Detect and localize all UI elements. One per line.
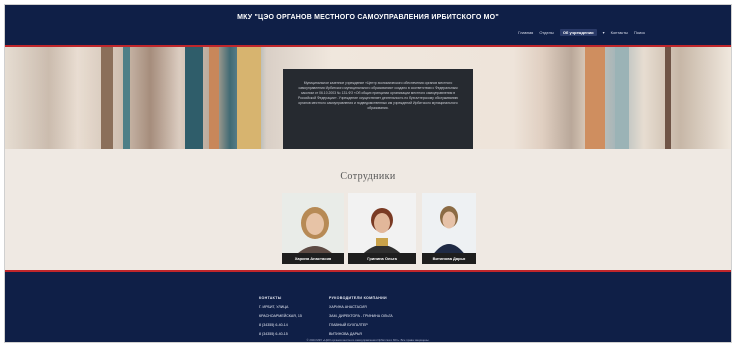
hero-art-stripe <box>585 47 605 149</box>
site-header: МКУ "ЦЭО ОРГАНОВ МЕСТНОГО САМОУПРАВЛЕНИЯ… <box>5 5 731 47</box>
avatar <box>422 193 476 259</box>
hero-art-stripe <box>101 47 113 149</box>
hero-art-stripe <box>185 47 203 149</box>
staff-title: Сотрудники <box>340 171 396 182</box>
page-frame: МКУ "ЦЭО ОРГАНОВ МЕСТНОГО САМОУПРАВЛЕНИЯ… <box>4 4 732 343</box>
footer-heading: КОНТАКТЫ <box>259 296 282 300</box>
footer-line[interactable]: Г. ИРБИТ, УЛИЦА <box>259 303 302 312</box>
staff-section: Сотрудники Харина Анастасия Гринина Ольг… <box>5 149 731 270</box>
staff-name: Гринина Ольга <box>348 253 416 264</box>
site-footer: КОНТАКТЫ Г. ИРБИТ, УЛИЦА КРАСНОАРМЕЙСКАЯ… <box>5 270 731 342</box>
footer-heading: РУКОВОДИТЕЛИ КОМПАНИИ <box>329 296 387 300</box>
footer-contacts: КОНТАКТЫ Г. ИРБИТ, УЛИЦА КРАСНОАРМЕЙСКАЯ… <box>259 294 302 339</box>
main-nav: Главная Отделы Об учреждении ▾ Контакты … <box>518 29 645 36</box>
avatar <box>348 193 416 259</box>
footer-management: РУКОВОДИТЕЛИ КОМПАНИИ ХАРИНА АНАСТАСИЯ З… <box>329 294 393 339</box>
nav-item-search[interactable]: Поиск <box>634 30 645 35</box>
footer-line[interactable]: КРАСНОАРМЕЙСКАЯ, 15 <box>259 312 302 321</box>
staff-card[interactable]: Витинова Дарья <box>422 193 476 264</box>
staff-card[interactable]: Харина Анастасия <box>282 193 344 264</box>
staff-name: Витинова Дарья <box>422 253 476 264</box>
about-text: Муниципальное казенное учреждение «Центр… <box>297 81 459 110</box>
footer-line: ГЛАВНЫЙ БУХГАЛТЕР <box>329 323 368 327</box>
footer-line: ХАРИНА АНАСТАСИЯ <box>329 305 367 309</box>
hero-art-stripe <box>209 47 219 149</box>
about-panel: Муниципальное казенное учреждение «Центр… <box>283 69 473 149</box>
nav-item-home[interactable]: Главная <box>518 30 533 35</box>
chevron-down-icon[interactable]: ▾ <box>603 30 605 35</box>
hero-art-stripe <box>123 47 130 149</box>
nav-item-about[interactable]: Об учреждении <box>559 29 597 36</box>
footer-line[interactable]: 8 (34355) 6-40-14 <box>259 321 302 330</box>
copyright-note: © 2024 МКУ «ЦЭО органов местного самоупр… <box>306 338 430 342</box>
avatar <box>282 193 344 259</box>
hero-art-stripe <box>665 47 671 149</box>
hero-art-stripe <box>237 47 261 149</box>
nav-item-departments[interactable]: Отделы <box>539 30 553 35</box>
site-title[interactable]: МКУ "ЦЭО ОРГАНОВ МЕСТНОГО САМОУПРАВЛЕНИЯ… <box>5 14 731 21</box>
nav-item-contacts[interactable]: Контакты <box>611 30 628 35</box>
staff-card[interactable]: Гринина Ольга <box>348 193 416 264</box>
footer-line: ЗАМ. ДИРЕКТОРА - ГРИНИНА ОЛЬГА <box>329 314 393 318</box>
hero-art-stripe <box>615 47 629 149</box>
staff-name: Харина Анастасия <box>282 253 344 264</box>
